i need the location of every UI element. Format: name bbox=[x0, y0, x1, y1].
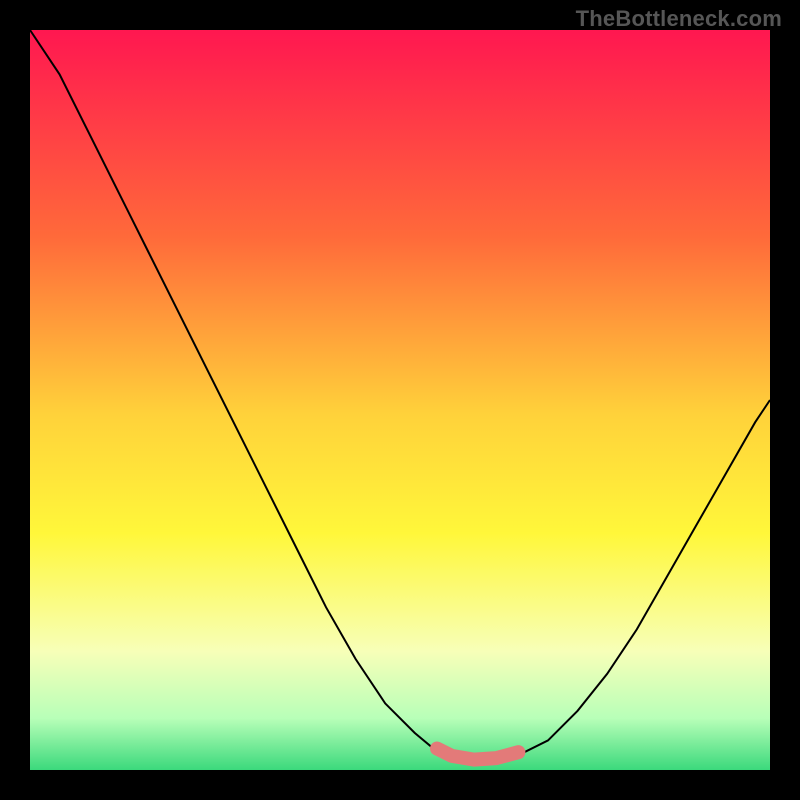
bottleneck-chart bbox=[0, 0, 800, 800]
gradient-background bbox=[30, 30, 770, 770]
chart-frame: { "watermark": "TheBottleneck.com", "col… bbox=[0, 0, 800, 800]
